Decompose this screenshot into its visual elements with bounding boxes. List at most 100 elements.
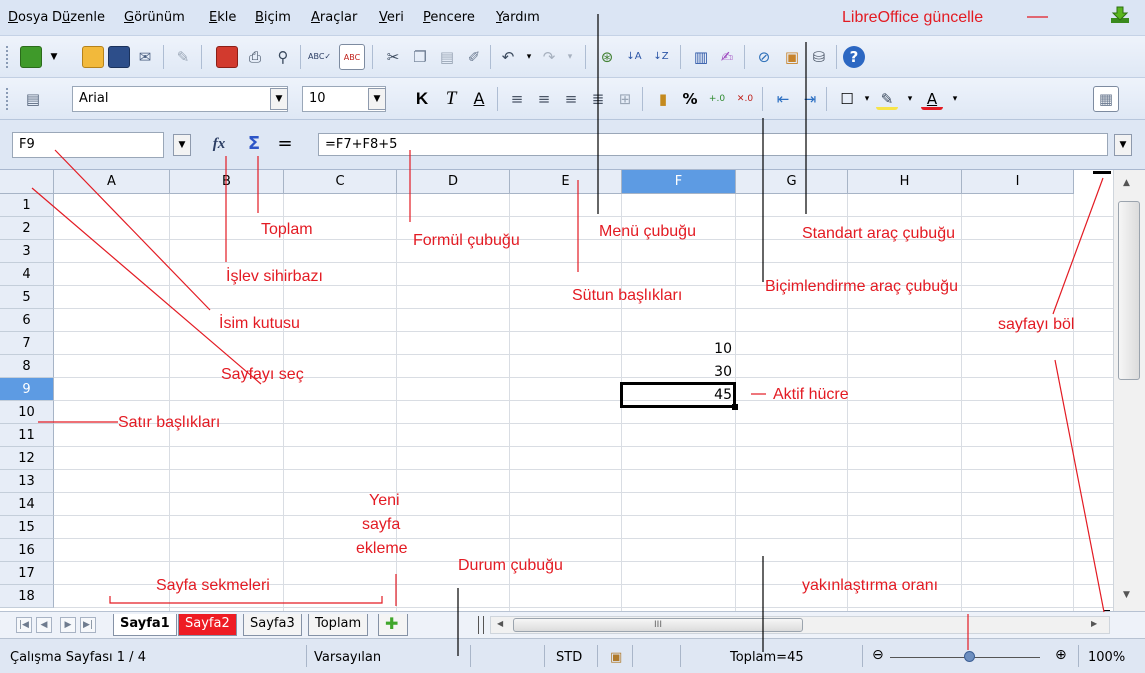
column-header[interactable]: I bbox=[962, 170, 1074, 194]
last-sheet-icon[interactable]: ▶| bbox=[80, 617, 96, 633]
row-header[interactable]: 18 bbox=[0, 585, 54, 608]
edit-file-icon[interactable]: ✎ bbox=[172, 46, 194, 68]
sum-icon[interactable]: Σ bbox=[243, 133, 265, 155]
cell-F7[interactable]: 10 bbox=[622, 338, 734, 361]
align-center-icon[interactable]: ≡ bbox=[533, 88, 555, 110]
sum-status[interactable]: Toplam=45 bbox=[730, 650, 804, 665]
zoom-out-icon[interactable]: ⊖ bbox=[872, 647, 884, 663]
background-color-dropdown-icon[interactable]: ▾ bbox=[899, 88, 921, 110]
cut-icon[interactable]: ✂ bbox=[382, 46, 404, 68]
horizontal-scrollbar[interactable]: ◀ III ▶ bbox=[490, 616, 1110, 634]
vertical-scrollbar[interactable]: ▲ ▼ bbox=[1113, 170, 1145, 611]
sort-descending-icon[interactable]: ↓Z bbox=[650, 46, 672, 68]
clone-formatting-icon[interactable]: ✐ bbox=[463, 46, 485, 68]
function-equals-icon[interactable]: = bbox=[274, 133, 296, 155]
font-color-icon[interactable]: A bbox=[921, 88, 943, 110]
currency-format-icon[interactable]: ▮ bbox=[652, 88, 674, 110]
row-header[interactable]: 5 bbox=[0, 286, 54, 309]
update-link[interactable]: LibreOffice güncelle bbox=[842, 9, 983, 27]
print-preview-icon[interactable]: ⚲ bbox=[272, 46, 294, 68]
font-color-dropdown-icon[interactable]: ▾ bbox=[944, 88, 966, 110]
zoom-slider-knob[interactable] bbox=[964, 651, 975, 662]
align-left-icon[interactable]: ≡ bbox=[506, 88, 528, 110]
zoom-percentage[interactable]: 100% bbox=[1088, 650, 1125, 665]
function-wizard-icon[interactable]: fx bbox=[208, 133, 230, 155]
menu-yardim[interactable]: Yardım bbox=[496, 10, 540, 25]
sheet-tab-toplam[interactable]: Toplam bbox=[308, 614, 369, 636]
row-header[interactable]: 4 bbox=[0, 263, 54, 286]
increase-indent-icon[interactable]: ⇥ bbox=[799, 88, 821, 110]
data-sources-icon[interactable]: ⛁ bbox=[808, 46, 830, 68]
row-header[interactable]: 2 bbox=[0, 217, 54, 240]
sheet-tab-sayfa1[interactable]: Sayfa1 bbox=[113, 614, 177, 636]
decrease-indent-icon[interactable]: ⇤ bbox=[772, 88, 794, 110]
row-header[interactable]: 6 bbox=[0, 309, 54, 332]
email-icon[interactable]: ✉ bbox=[134, 46, 156, 68]
menu-dosya[interactable]: Dosya bbox=[8, 10, 48, 25]
menu-ekle[interactable]: Ekle bbox=[209, 10, 236, 25]
column-header[interactable]: G bbox=[736, 170, 848, 194]
menu-veri[interactable]: Veri bbox=[379, 10, 404, 25]
borders-icon[interactable]: ☐ bbox=[836, 88, 858, 110]
new-dropdown-arrow-icon[interactable]: ▼ bbox=[43, 46, 65, 68]
sort-ascending-icon[interactable]: ↓A bbox=[623, 46, 645, 68]
column-header[interactable]: H bbox=[848, 170, 962, 194]
menu-bicim[interactable]: Biçim bbox=[255, 10, 291, 25]
fill-handle[interactable] bbox=[732, 404, 738, 410]
menu-duzenle[interactable]: Düzenle bbox=[52, 10, 105, 25]
column-header[interactable]: E bbox=[510, 170, 622, 194]
row-header[interactable]: 10 bbox=[0, 401, 54, 424]
open-folder-icon[interactable] bbox=[82, 46, 104, 68]
print-icon[interactable]: ⎙ bbox=[244, 46, 266, 68]
styles-formatting-icon[interactable]: ▤ bbox=[22, 88, 44, 110]
scroll-up-icon[interactable]: ▲ bbox=[1123, 178, 1130, 188]
percent-format-button[interactable]: % bbox=[679, 88, 701, 110]
toolbar-grip[interactable] bbox=[6, 88, 10, 110]
next-sheet-icon[interactable]: ▶ bbox=[60, 617, 76, 633]
select-all-corner[interactable] bbox=[0, 170, 54, 194]
horizontal-scroll-thumb[interactable]: III bbox=[513, 618, 803, 632]
split-window-handle[interactable] bbox=[1093, 171, 1111, 174]
scroll-left-icon[interactable]: ◀ bbox=[497, 619, 503, 628]
new-document-icon[interactable] bbox=[20, 46, 42, 68]
menu-gorunum[interactable]: Görünüm bbox=[124, 10, 185, 25]
redo-icon[interactable]: ↷ bbox=[538, 46, 560, 68]
menu-pencere[interactable]: Pencere bbox=[423, 10, 475, 25]
chart-icon[interactable]: ▥ bbox=[690, 46, 712, 68]
row-header[interactable]: 16 bbox=[0, 539, 54, 562]
borders-dropdown-icon[interactable]: ▾ bbox=[856, 88, 878, 110]
align-right-icon[interactable]: ≡ bbox=[560, 88, 582, 110]
add-sheet-icon[interactable]: ✚ bbox=[378, 614, 408, 636]
spellcheck-icon[interactable]: ABC✓ bbox=[308, 46, 331, 68]
name-box-dropdown-icon[interactable]: ▼ bbox=[173, 134, 191, 156]
bold-button[interactable]: K bbox=[411, 88, 433, 110]
column-header[interactable]: F bbox=[622, 170, 736, 194]
background-color-icon[interactable]: ✎ bbox=[876, 88, 898, 110]
row-header[interactable]: 3 bbox=[0, 240, 54, 263]
row-header[interactable]: 12 bbox=[0, 447, 54, 470]
cell-F8[interactable]: 30 bbox=[622, 361, 734, 384]
download-arrow-icon[interactable] bbox=[1108, 5, 1132, 25]
row-header[interactable]: 17 bbox=[0, 562, 54, 585]
font-size-dropdown-icon[interactable]: ▼ bbox=[368, 88, 386, 110]
column-header[interactable]: C bbox=[284, 170, 397, 194]
underline-button[interactable]: A bbox=[468, 88, 490, 110]
undo-icon[interactable]: ↶ bbox=[497, 46, 519, 68]
formula-input[interactable]: =F7+F8+5 bbox=[318, 133, 1108, 156]
column-header[interactable]: D bbox=[397, 170, 510, 194]
sheet-tab-sayfa2[interactable]: Sayfa2 bbox=[178, 614, 237, 636]
add-decimal-icon[interactable]: +.0 bbox=[706, 88, 728, 110]
font-name-dropdown-icon[interactable]: ▼ bbox=[270, 88, 288, 110]
gallery-icon[interactable]: ▣ bbox=[781, 46, 803, 68]
column-header[interactable]: A bbox=[54, 170, 170, 194]
row-header[interactable]: 14 bbox=[0, 493, 54, 516]
draw-functions-icon[interactable]: ✍ bbox=[716, 46, 738, 68]
italic-button[interactable]: T bbox=[440, 88, 462, 110]
row-header[interactable]: 8 bbox=[0, 355, 54, 378]
scroll-right-icon[interactable]: ▶ bbox=[1091, 619, 1097, 628]
font-name-box[interactable]: Arial bbox=[72, 86, 288, 112]
redo-dropdown-icon[interactable]: ▾ bbox=[559, 46, 581, 68]
row-header[interactable]: 1 bbox=[0, 194, 54, 217]
first-sheet-icon[interactable]: |◀ bbox=[16, 617, 32, 633]
sheet-tab-sayfa3[interactable]: Sayfa3 bbox=[243, 614, 302, 636]
